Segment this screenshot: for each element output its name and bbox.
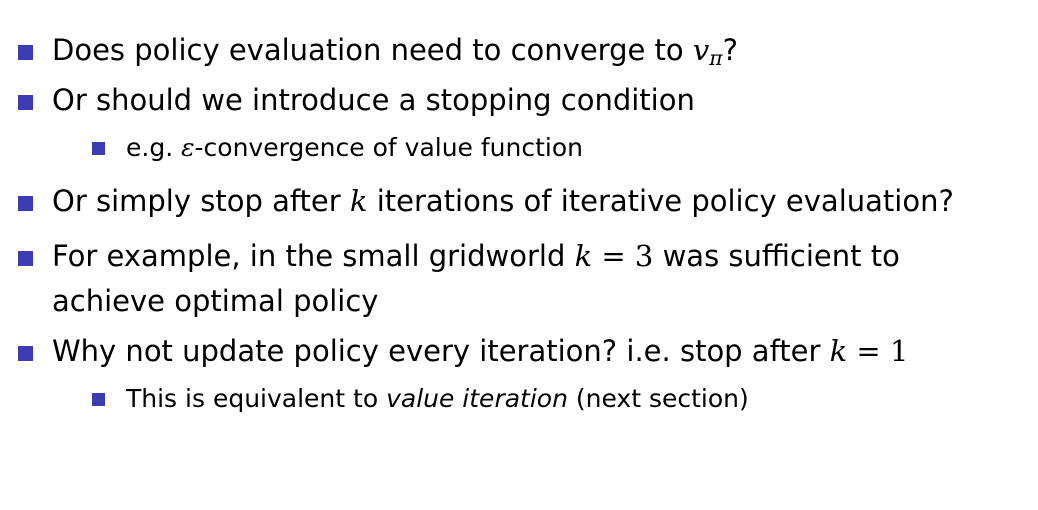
emphasis-value-iteration: value iteration xyxy=(386,384,568,413)
sub-bullet-item-epsilon: e.g. ε-convergence of value function xyxy=(92,133,584,162)
square-bullet-icon xyxy=(18,196,33,211)
bullet-continuation-line: achieve optimal policy xyxy=(52,284,379,318)
math-v: v xyxy=(692,33,710,67)
bullet-text-pre: This is equivalent to xyxy=(126,384,387,413)
square-bullet-icon xyxy=(18,346,33,361)
math-subscript-pi: π xyxy=(709,46,723,71)
math-k: k xyxy=(574,239,593,273)
bullet-text-pre: For example, in the small gridworld xyxy=(52,239,575,273)
bullet-text-post: -convergence of value function xyxy=(194,133,584,162)
math-equals: = 3 xyxy=(592,239,654,273)
bullet-item-gridworld-example: For example, in the small gridworld k = … xyxy=(18,239,900,273)
square-bullet-icon xyxy=(18,45,33,60)
bullet-text-pre: Why not update policy every iteration? i… xyxy=(52,334,830,368)
bullet-item-stopping-condition: Or should we introduce a stopping condit… xyxy=(18,83,695,117)
bullet-text-pre: e.g. xyxy=(126,133,182,162)
bullet-text-post: (next section) xyxy=(567,384,749,413)
math-epsilon: ε xyxy=(181,133,195,162)
bullet-item-converge: Does policy evaluation need to converge … xyxy=(18,33,739,68)
bullet-item-k-iterations: Or simply stop after k iterations of ite… xyxy=(18,184,954,218)
bullet-text: Or should we introduce a stopping condit… xyxy=(52,83,695,117)
sub-bullet-item-value-iteration: This is equivalent to value iteration (n… xyxy=(92,384,749,413)
bullet-text-pre: Does policy evaluation need to converge … xyxy=(52,33,693,67)
bullet-text-pre: Or simply stop after xyxy=(52,184,350,218)
square-bullet-icon xyxy=(92,393,105,406)
math-equals: = 1 xyxy=(847,334,909,368)
slide: Does policy evaluation need to converge … xyxy=(0,0,1038,510)
bullet-text-post: iterations of iterative policy evaluatio… xyxy=(367,184,954,218)
square-bullet-icon xyxy=(92,142,105,155)
square-bullet-icon xyxy=(18,251,33,266)
bullet-item-update-every-iteration: Why not update policy every iteration? i… xyxy=(18,334,909,368)
math-k: k xyxy=(829,334,848,368)
square-bullet-icon xyxy=(18,95,33,110)
math-k: k xyxy=(349,184,368,218)
bullet-text-post: ? xyxy=(722,33,739,67)
bullet-text-post: was sufficient to xyxy=(653,239,900,273)
